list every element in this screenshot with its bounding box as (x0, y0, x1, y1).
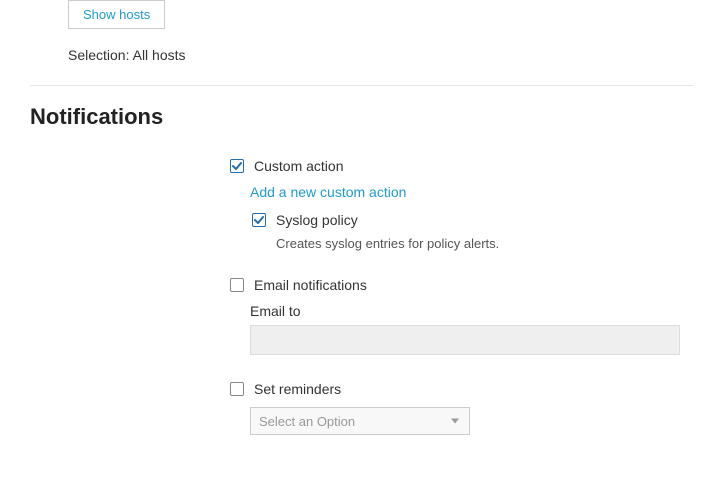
notifications-title: Notifications (30, 104, 693, 130)
syslog-policy-checkbox[interactable] (252, 213, 266, 227)
reminders-select-placeholder: Select an Option (259, 414, 355, 429)
show-hosts-button[interactable]: Show hosts (68, 0, 165, 29)
syslog-policy-description: Creates syslog entries for policy alerts… (276, 236, 690, 251)
email-to-label: Email to (250, 303, 690, 319)
email-notifications-label: Email notifications (254, 277, 367, 293)
email-to-input[interactable] (250, 325, 680, 355)
hosts-selection: Selection: All hosts (68, 47, 693, 63)
set-reminders-label: Set reminders (254, 381, 341, 397)
reminders-select[interactable]: Select an Option (250, 407, 470, 435)
custom-action-label: Custom action (254, 158, 343, 174)
selection-label: Selection: (68, 47, 129, 63)
section-divider (30, 85, 693, 86)
custom-action-checkbox[interactable] (230, 159, 244, 173)
email-notifications-checkbox[interactable] (230, 278, 244, 292)
syslog-policy-label: Syslog policy (276, 212, 358, 228)
selection-value: All hosts (133, 47, 186, 63)
add-custom-action-link[interactable]: Add a new custom action (250, 184, 690, 200)
set-reminders-checkbox[interactable] (230, 382, 244, 396)
